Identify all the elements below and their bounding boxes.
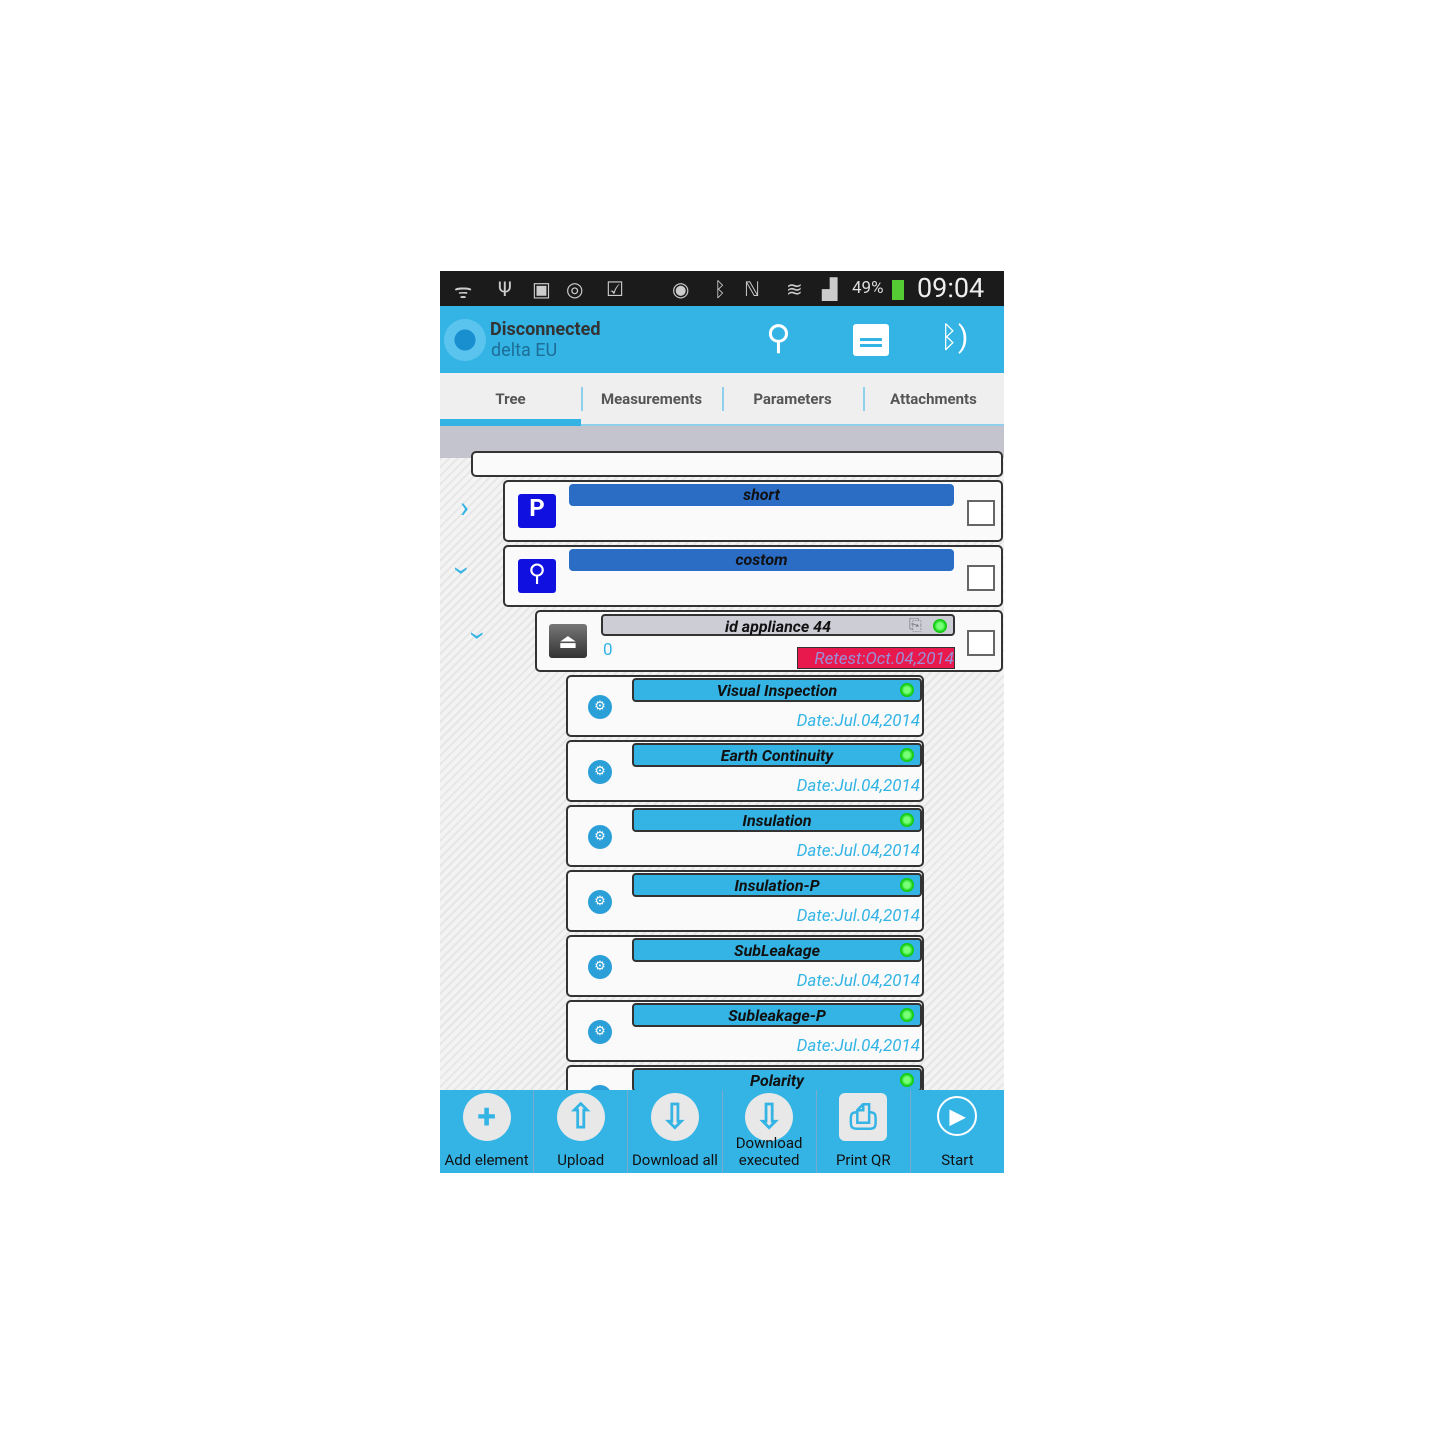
gear-icon: ⚙ (588, 825, 612, 849)
eye-icon: ◉ (672, 277, 690, 301)
sync-icon: ◎ (566, 277, 584, 301)
test-card[interactable]: ⚙ Earth Continuity Date:Jul.04,2014 (566, 740, 924, 802)
test-label: Insulation (632, 808, 922, 832)
print-qr-button[interactable]: ⎙ Print QR (816, 1090, 910, 1173)
group-label: short (569, 484, 954, 506)
test-label: Insulation-P (632, 873, 922, 897)
tab-bar: Tree Measurements Parameters Attachments (440, 373, 1004, 426)
test-label: SubLeakage (632, 938, 922, 962)
test-card[interactable]: ⚙ SubLeakage Date:Jul.04,2014 (566, 935, 924, 997)
app-logo (444, 319, 486, 361)
status-led (900, 1073, 914, 1087)
tab-measurements[interactable]: Measurements (581, 373, 722, 426)
chevron-down-icon[interactable]: › (445, 566, 480, 575)
chevron-right-icon[interactable]: › (460, 490, 469, 525)
group-label: costom (569, 549, 954, 571)
gear-icon: ⚙ (588, 760, 612, 784)
gear-icon: ⚙ (588, 1020, 612, 1044)
upload-icon: ⇧ (556, 1093, 605, 1141)
group-icon: P (518, 494, 556, 528)
battery-percent: 49% (852, 278, 884, 298)
upload-button[interactable]: ⇧ Upload (534, 1090, 628, 1173)
status-led (900, 748, 914, 762)
appliance-label: id appliance 44 (601, 614, 955, 636)
search-icon[interactable]: ⚲ (766, 321, 791, 355)
test-card[interactable]: ⚙ Insulation-P Date:Jul.04,2014 (566, 870, 924, 932)
checkbox[interactable] (967, 500, 995, 526)
appliance-card[interactable]: ⏏ id appliance 44 ⎘ 0 Retest:Oct.04,2014 (535, 610, 1003, 672)
checkbox[interactable] (967, 630, 995, 656)
test-card[interactable]: ⚙ Visual Inspection Date:Jul.04,2014 (566, 675, 924, 737)
status-bar: ᯤ Ψ ▣ ◎ ☑ ◉ ᛒ ℕ ≋ ▟ 49% 09:04 (440, 271, 1004, 306)
appliance-count: 0 (603, 640, 613, 660)
app-header: Disconnected delta EU ⚲ ᛒ) (440, 306, 1004, 373)
tab-parameters[interactable]: Parameters (722, 373, 863, 426)
test-label: Earth Continuity (632, 743, 922, 767)
add-element-button[interactable]: + Add element (440, 1090, 534, 1173)
download-icon: ⇩ (650, 1093, 699, 1141)
test-label: Visual Inspection (632, 678, 922, 702)
chevron-down-icon[interactable]: › (461, 631, 496, 640)
wifi-icon: ≋ (786, 277, 803, 301)
usb-icon: Ψ (498, 277, 512, 301)
test-label: Polarity (632, 1068, 922, 1092)
test-card[interactable]: ⚙ Subleakage-P Date:Jul.04,2014 (566, 1000, 924, 1062)
download-all-button[interactable]: ⇩ Download all (628, 1090, 722, 1173)
sim-icon: ▣ (532, 277, 551, 301)
test-date: Date:Jul.04,2014 (796, 841, 920, 861)
status-led (933, 619, 947, 633)
start-button[interactable]: ▶ Start (910, 1090, 1004, 1173)
group-card-costom[interactable]: ⚲ costom (503, 545, 1003, 607)
test-date: Date:Jul.04,2014 (796, 776, 920, 796)
gear-icon: ⚙ (588, 955, 612, 979)
test-date: Date:Jul.04,2014 (796, 711, 920, 731)
group-card-short[interactable]: P short (503, 480, 1003, 542)
test-card[interactable]: ⚙ Insulation Date:Jul.04,2014 (566, 805, 924, 867)
status-led (900, 1008, 914, 1022)
device-name: delta EU (491, 340, 558, 361)
printer-icon: ⎙ (839, 1093, 888, 1141)
nfc-icon: ℕ (744, 277, 761, 301)
phone-screen: ᯤ Ψ ▣ ◎ ☑ ◉ ᛒ ℕ ≋ ▟ 49% 09:04 Disconnect… (440, 271, 1004, 1173)
battery-icon (892, 280, 904, 300)
tab-attachments[interactable]: Attachments (863, 373, 1004, 426)
tab-tree[interactable]: Tree (440, 373, 581, 426)
download-executed-button[interactable]: ⇩ Download executed (722, 1090, 816, 1173)
bluetooth-icon: ᛒ (714, 277, 726, 301)
gear-icon: ⚙ (588, 695, 612, 719)
plus-icon: + (462, 1093, 511, 1141)
save-icon[interactable] (853, 324, 889, 356)
checkbox[interactable] (967, 565, 995, 591)
test-date: Date:Jul.04,2014 (796, 971, 920, 991)
iron-icon: ⏏ (549, 624, 587, 658)
test-date: Date:Jul.04,2014 (796, 1036, 920, 1056)
play-icon: ▶ (937, 1096, 978, 1136)
status-led (900, 813, 914, 827)
wifi-question-icon: ᯤ (454, 279, 473, 303)
status-led (900, 683, 914, 697)
status-led (900, 943, 914, 957)
test-label: Subleakage-P (632, 1003, 922, 1027)
search-group-icon: ⚲ (518, 559, 556, 593)
signal-icon: ▟ (822, 277, 838, 301)
clock: 09:04 (917, 272, 985, 304)
retest-badge: Retest:Oct.04,2014 (797, 647, 955, 669)
attachment-icon: ⎘ (909, 615, 922, 634)
test-date: Date:Jul.04,2014 (796, 906, 920, 926)
status-led (900, 878, 914, 892)
clipboard-icon: ☑ (606, 277, 624, 301)
parent-card[interactable] (471, 451, 1003, 477)
bluetooth-connect-icon[interactable]: ᛒ) (940, 320, 968, 355)
bottom-toolbar: + Add element ⇧ Upload ⇩ Download all ⇩ Down… (440, 1090, 1004, 1173)
connection-status: Disconnected (490, 319, 601, 340)
gear-icon: ⚙ (588, 890, 612, 914)
